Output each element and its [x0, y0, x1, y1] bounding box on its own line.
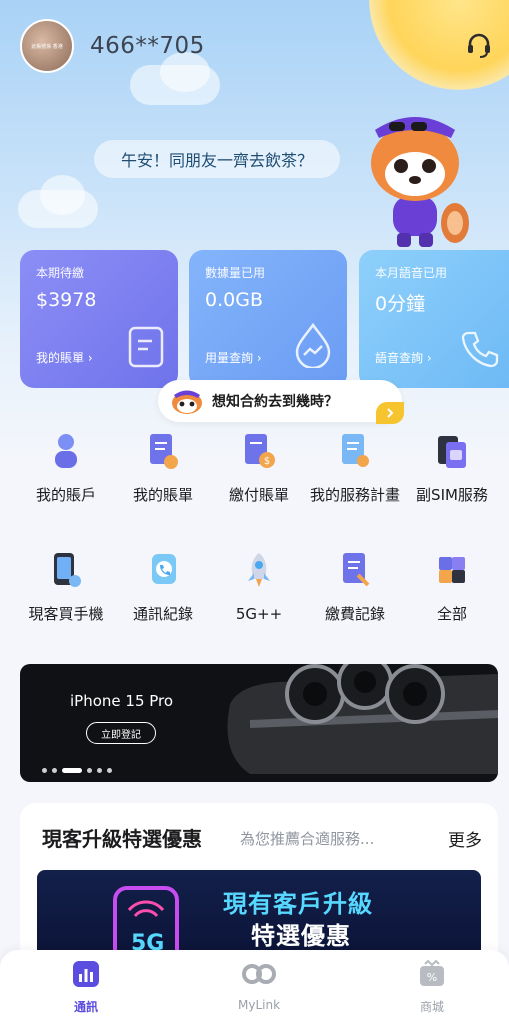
carousel-dot[interactable] [97, 768, 102, 773]
header: 此帳號係 香港 466**705 [20, 18, 495, 74]
service-5g[interactable]: 5G++ [209, 550, 309, 624]
service-sub-sim[interactable]: 副SIM服務 [402, 431, 502, 505]
avatar[interactable]: 此帳號係 香港 [20, 19, 74, 73]
banner-title: iPhone 15 Pro [70, 692, 174, 710]
phone-purchase-icon [46, 550, 86, 590]
account-number: 466**705 [90, 33, 205, 59]
voice-card-value: 0分鐘 [375, 293, 426, 315]
iphone-promo-banner[interactable]: iPhone 15 Pro 立即登記 [20, 664, 498, 782]
mylink-icon [239, 960, 279, 992]
service-label: 全部 [436, 605, 467, 623]
phone-icon [461, 330, 499, 372]
bill-card[interactable]: 本期待繳 $3978 我的賬單 › [20, 250, 178, 388]
pay-bill-icon: $ [239, 431, 279, 471]
cloud-decoration [40, 175, 85, 215]
voice-usage-link[interactable]: 語音查詢 › [375, 349, 432, 366]
my-bill-link[interactable]: 我的賬單 › [36, 349, 93, 366]
service-payment-record[interactable]: 繳費記錄 [305, 550, 405, 624]
bill-card-label: 本期待繳 [36, 266, 85, 280]
service-label: 5G++ [235, 605, 283, 623]
service-call-log[interactable]: 通訊紀錄 [113, 550, 213, 624]
promo-headline: 現有客戶升級 [223, 890, 373, 918]
section-title: 現客升級特選優惠 [42, 827, 202, 851]
carousel-dot-active[interactable] [62, 768, 82, 773]
contract-query-bubble[interactable]: 想知合約去到幾時？ [158, 380, 404, 424]
sim-icon [432, 431, 472, 471]
service-label: 通訊紀錄 [132, 605, 193, 623]
voice-card-label: 本月語音已用 [375, 266, 448, 280]
service-plan[interactable]: 我的服務計畫 [305, 431, 405, 505]
bill-doc-icon [143, 431, 183, 471]
carousel-dot[interactable] [52, 768, 57, 773]
service-my-bill[interactable]: 我的賬單 [113, 431, 213, 505]
data-card-value: 0.0GB [205, 289, 263, 311]
voice-card[interactable]: 本月語音已用 0分鐘 語音查詢 › [359, 250, 509, 388]
chevron-right-icon[interactable] [376, 402, 404, 424]
call-log-icon [143, 550, 183, 590]
shop-icon: % [417, 959, 447, 992]
iphone-camera-illustration [227, 664, 498, 774]
more-link[interactable]: 更多 [448, 826, 482, 851]
headset-icon[interactable] [463, 30, 495, 62]
service-pay-bill[interactable]: $ 繳付賬單 [209, 431, 309, 505]
chart-bars-icon [72, 960, 100, 992]
service-all[interactable]: 全部 [402, 550, 502, 624]
payment-record-icon [335, 550, 375, 590]
carousel-dots[interactable] [42, 768, 112, 773]
account-icon [46, 431, 86, 471]
tab-label: 通訊 [73, 1000, 98, 1014]
service-label: 我的賬單 [132, 486, 193, 504]
data-card-label: 數據量已用 [205, 266, 266, 280]
svg-text:$: $ [264, 456, 270, 467]
tab-label: MyLink [237, 998, 281, 1012]
bottom-tab-bar: 通訊 MyLink % 商城 [0, 950, 509, 1024]
service-label: 我的服務計畫 [309, 486, 400, 504]
register-button[interactable]: 立即登記 [86, 722, 156, 744]
rocket-icon [239, 550, 279, 590]
carousel-dot[interactable] [107, 768, 112, 773]
service-plan-icon [335, 431, 375, 471]
data-usage-link[interactable]: 用量查詢 › [205, 349, 262, 366]
all-services-icon [432, 550, 472, 590]
data-card[interactable]: 數據量已用 0.0GB 用量查詢 › [189, 250, 347, 388]
service-grid: 我的賬戶 我的賬單 $ 繳付賬單 我的服務計畫 副SIM服務 現客買手機 通訊紀… [0, 425, 509, 655]
mascot-face-icon [170, 388, 204, 414]
service-label: 我的賬戶 [35, 486, 96, 504]
tab-mylink[interactable]: MyLink [204, 960, 314, 1012]
mascot-illustration [355, 108, 475, 253]
service-label: 繳費記錄 [324, 605, 385, 623]
promo-subheadline: 特選優惠 [251, 922, 351, 950]
svg-text:%: % [427, 971, 437, 984]
carousel-dot[interactable] [42, 768, 47, 773]
service-my-account[interactable]: 我的賬戶 [16, 431, 116, 505]
tab-shop[interactable]: % 商城 [377, 959, 487, 1015]
service-label: 現客買手機 [28, 605, 104, 623]
bill-icon [128, 326, 164, 372]
service-label: 繳付賬單 [228, 486, 289, 504]
contract-query-text: 想知合約去到幾時？ [212, 394, 338, 410]
service-buy-phone[interactable]: 現客買手機 [16, 550, 116, 624]
data-drop-icon [293, 322, 333, 372]
section-subtitle: 為您推薦合適服務... [240, 830, 375, 848]
avatar-text: 此帳號係 香港 [31, 43, 63, 50]
service-label: 副SIM服務 [416, 486, 488, 504]
carousel-dot[interactable] [87, 768, 92, 773]
greeting-bubble: 午安！同朋友一齊去飲茶？ [94, 140, 340, 178]
bill-card-value: $3978 [36, 289, 97, 311]
tab-label: 商城 [419, 1000, 444, 1014]
tab-communication[interactable]: 通訊 [31, 960, 141, 1015]
